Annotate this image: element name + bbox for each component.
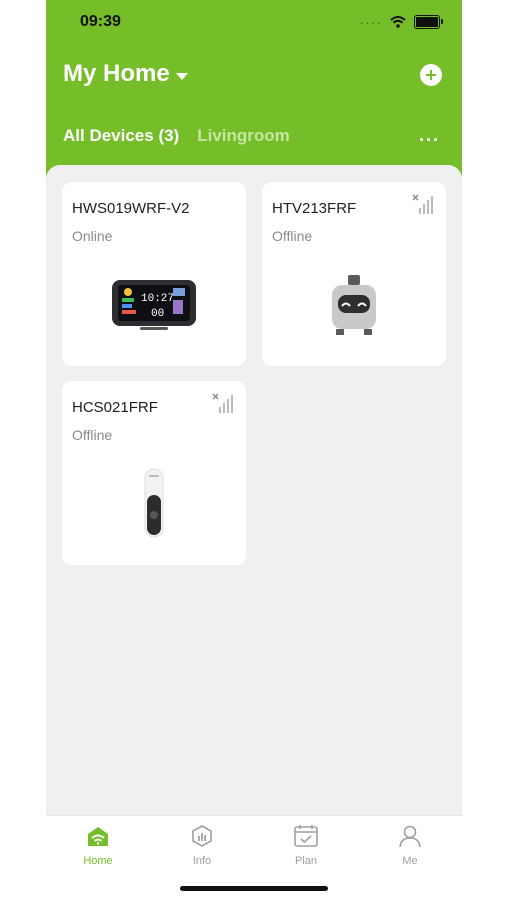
radiator-valve-image [332, 275, 376, 335]
person-icon [399, 825, 421, 848]
nav-label: Info [192, 855, 212, 867]
device-card[interactable]: HWS019WRF-V2 Online 10:27 00 [62, 182, 246, 366]
nav-me[interactable]: Me [380, 824, 440, 867]
app-screen: 09:39 ···· My Home All Devices (3) Livin… [46, 0, 462, 900]
device-card[interactable]: HCS021FRF Offline [62, 381, 246, 565]
battery-icon [414, 15, 443, 29]
sensor-image [144, 468, 164, 538]
info-chart-icon [192, 825, 212, 847]
signal-offline-icon [212, 393, 233, 413]
weather-station-image: 10:27 00 [112, 280, 196, 330]
caret-down-icon [175, 72, 188, 80]
wifi-icon [390, 16, 406, 28]
nav-plan[interactable]: Plan [276, 824, 336, 867]
nav-home[interactable]: Home [68, 824, 128, 867]
calendar-icon [294, 825, 318, 847]
device-status: Offline [72, 427, 113, 443]
nav-info[interactable]: Info [172, 824, 232, 867]
home-wifi-icon [88, 827, 108, 846]
device-status: Online [72, 228, 113, 244]
device-card[interactable]: HTV213FRF Offline [262, 182, 446, 366]
home-title: My Home [63, 60, 170, 87]
device-grid: HWS019WRF-V2 Online 10:27 00 HTV213FRF O… [46, 165, 462, 815]
device-name: HWS019WRF-V2 [72, 200, 190, 217]
signal-offline-icon [412, 194, 433, 214]
nav-label: Plan [294, 855, 318, 867]
room-tabs: All Devices (3) Livingroom [63, 126, 290, 146]
tab-all-devices[interactable]: All Devices (3) [63, 126, 179, 146]
status-icons: ···· [359, 14, 443, 30]
weather-time: 10:27 [141, 293, 174, 305]
more-options-button[interactable]: ··· [419, 130, 440, 151]
nav-label: Home [83, 855, 113, 867]
device-name: HTV213FRF [272, 200, 357, 217]
device-name: HCS021FRF [72, 399, 158, 416]
home-selector[interactable]: My Home [63, 60, 188, 88]
add-device-button[interactable] [420, 64, 442, 86]
cellular-dots-icon: ···· [359, 14, 382, 30]
home-indicator[interactable] [180, 886, 328, 891]
nav-label: Me [402, 855, 418, 867]
device-status: Offline [272, 228, 313, 244]
status-time: 09:39 [80, 13, 121, 30]
plus-icon [426, 70, 436, 80]
weather-temp: 00 [151, 308, 164, 320]
tab-livingroom[interactable]: Livingroom [197, 126, 290, 146]
